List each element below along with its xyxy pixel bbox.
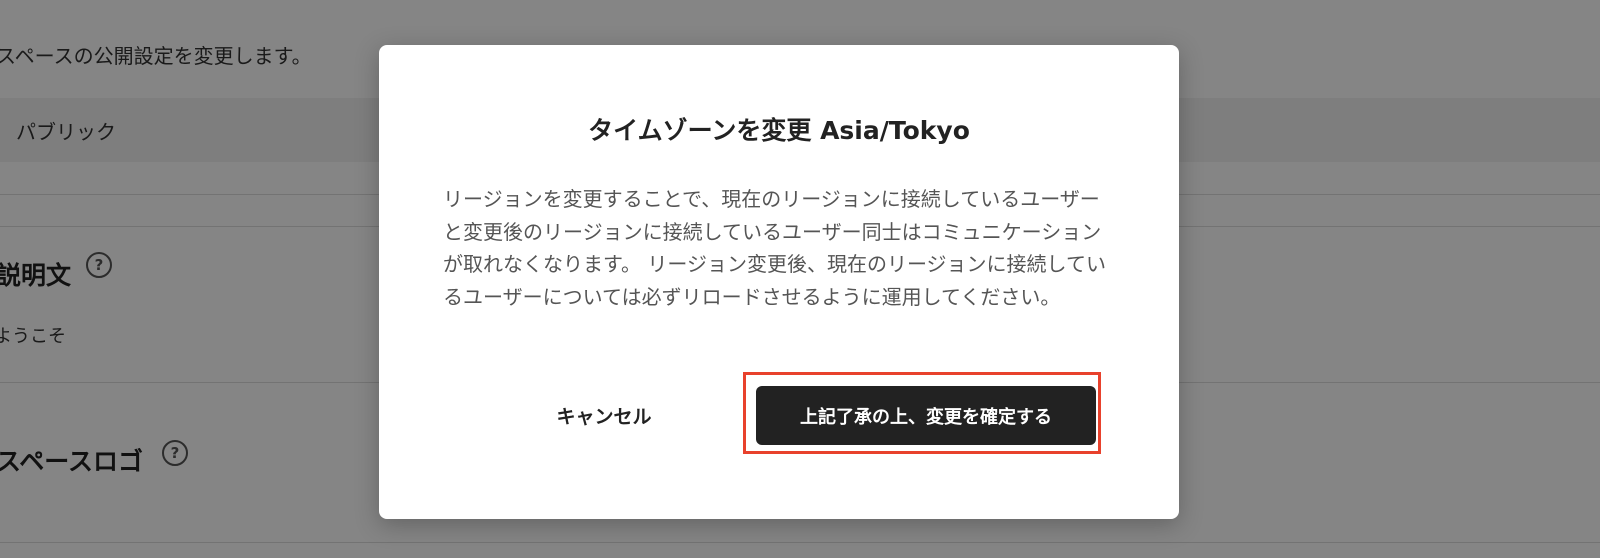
cancel-button[interactable]: キャンセル (519, 385, 689, 445)
dialog-message: リージョンを変更することで、現在のリージョンに接続しているユーザーと変更後のリー… (443, 187, 1106, 309)
timezone-change-dialog: タイムゾーンを変更 Asia/Tokyo リージョンを変更することで、現在のリー… (379, 45, 1179, 519)
confirm-change-button[interactable]: 上記了承の上、変更を確定する (756, 386, 1096, 445)
dialog-title: タイムゾーンを変更 Asia/Tokyo (588, 116, 970, 145)
